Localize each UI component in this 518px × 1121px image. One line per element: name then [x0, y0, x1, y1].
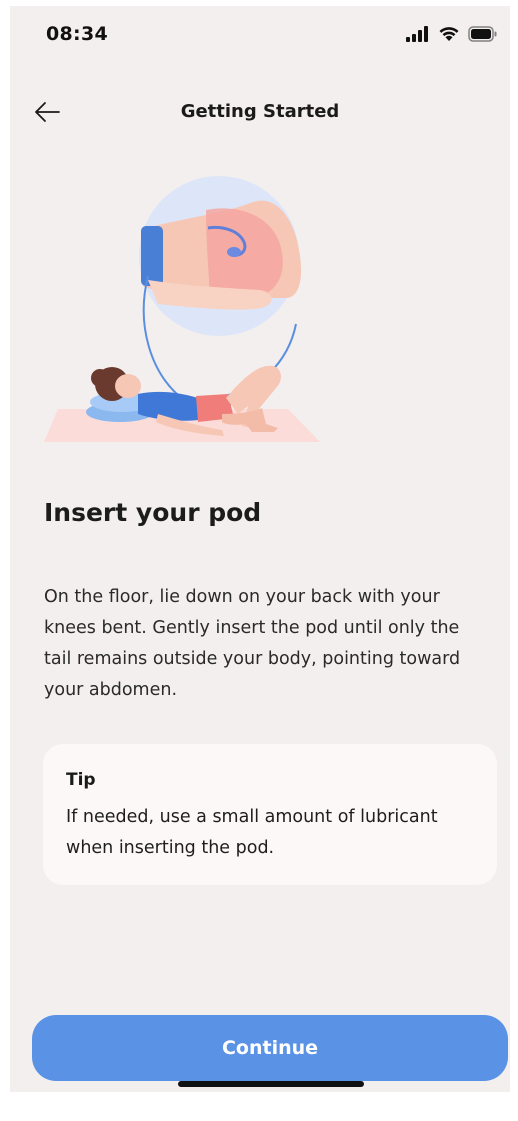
- battery-icon: [468, 26, 497, 42]
- home-indicator: [178, 1081, 364, 1087]
- page-title: Getting Started: [180, 101, 340, 122]
- status-icons: [406, 26, 498, 42]
- cellular-signal-icon: [406, 26, 428, 42]
- pod-insertion-illustration: [44, 176, 320, 442]
- app-screen: 08:34 Getting Started Insert your pod On…: [10, 6, 510, 1092]
- wifi-icon: [439, 27, 459, 41]
- nav-bar: Getting Started: [10, 90, 510, 134]
- status-time: 08:34: [46, 23, 108, 45]
- tip-title: Tip: [66, 770, 96, 790]
- section-heading: Insert your pod: [44, 498, 262, 527]
- tip-text: If needed, use a small amount of lubrica…: [66, 807, 438, 858]
- continue-button[interactable]: Continue: [32, 1015, 508, 1081]
- tip-card: Tip If needed, use a small amount of lub…: [43, 744, 497, 885]
- status-bar: 08:34: [10, 6, 510, 60]
- instruction-text: On the floor, lie down on your back with…: [44, 587, 461, 700]
